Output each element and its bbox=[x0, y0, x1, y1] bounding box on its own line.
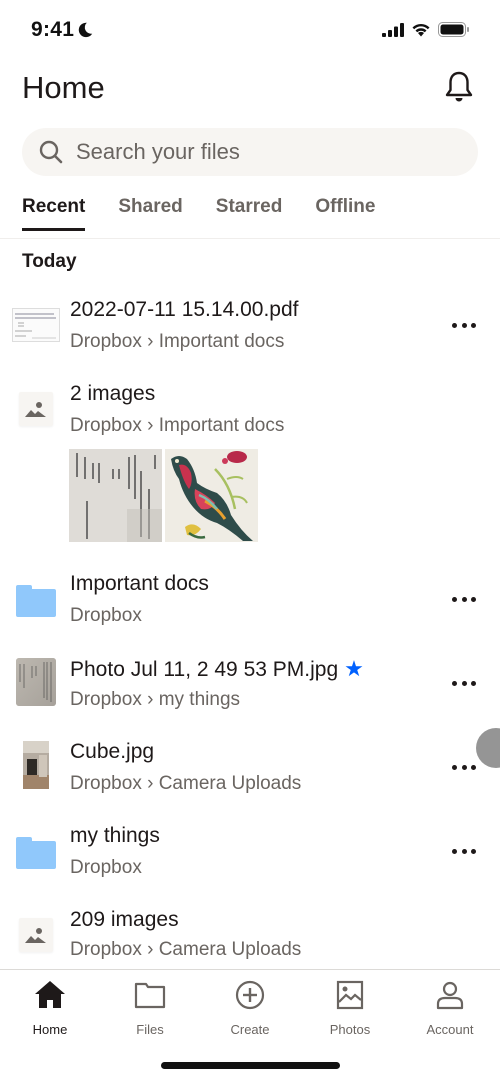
nav-account[interactable]: Account bbox=[400, 978, 500, 1037]
tab-recent[interactable]: Recent bbox=[22, 196, 86, 231]
wifi-icon bbox=[412, 23, 430, 37]
nav-label: Files bbox=[136, 1022, 164, 1037]
battery-icon bbox=[438, 22, 469, 37]
moon-icon bbox=[78, 22, 93, 38]
more-options-button[interactable] bbox=[452, 315, 476, 335]
plus-circle-icon bbox=[235, 980, 265, 1010]
folder-row[interactable]: Important docs Dropbox bbox=[0, 566, 500, 636]
dot bbox=[452, 596, 457, 602]
file-name: Important docs bbox=[70, 572, 209, 595]
dot bbox=[471, 596, 476, 602]
nav-label: Photos bbox=[329, 1022, 371, 1037]
image-preview-gallery bbox=[69, 449, 258, 542]
image-icon bbox=[19, 918, 53, 952]
folder-icon bbox=[134, 982, 166, 1009]
more-options-button[interactable] bbox=[452, 841, 476, 861]
photo-thumbnail bbox=[12, 741, 60, 789]
file-path: Dropbox › Important docs bbox=[70, 331, 285, 352]
star-icon: ★ bbox=[344, 656, 364, 681]
dot bbox=[461, 848, 467, 854]
file-path: Dropbox › Important docs bbox=[70, 415, 285, 436]
more-options-button[interactable] bbox=[452, 757, 476, 777]
folder-icon bbox=[12, 829, 60, 877]
status-bar: 9:41 bbox=[0, 0, 500, 60]
nav-photos[interactable]: Photos bbox=[300, 978, 400, 1037]
folder-row[interactable]: my things Dropbox bbox=[0, 818, 500, 888]
file-row[interactable]: 2022-07-11 15.14.00.pdf Dropbox › Import… bbox=[0, 292, 500, 362]
image-thumb-wrapper bbox=[12, 385, 60, 433]
file-name: 209 images bbox=[70, 908, 179, 931]
page-title: Home bbox=[22, 70, 105, 105]
image-thumb-wrapper bbox=[12, 911, 60, 959]
dot bbox=[461, 680, 467, 686]
nav-label: Home bbox=[32, 1022, 68, 1037]
home-indicator bbox=[161, 1062, 340, 1069]
tab-bar: Recent Shared Starred Offline bbox=[22, 196, 408, 231]
search-input[interactable] bbox=[76, 139, 456, 165]
nav-files[interactable]: Files bbox=[100, 978, 200, 1037]
file-path: Dropbox bbox=[70, 857, 142, 878]
pdf-thumbnail bbox=[12, 301, 60, 349]
tab-starred[interactable]: Starred bbox=[216, 196, 283, 231]
file-row[interactable]: Photo Jul 11, 2 49 53 PM.jpg ★ Dropbox › … bbox=[0, 650, 500, 720]
header: Home bbox=[22, 64, 478, 114]
nav-create[interactable]: Create bbox=[200, 978, 300, 1037]
section-title: Today bbox=[22, 251, 77, 272]
file-path: Dropbox bbox=[70, 605, 142, 626]
file-row[interactable]: 209 images Dropbox › Camera Uploads bbox=[0, 902, 500, 972]
file-name-text: Photo Jul 11, 2 49 53 PM.jpg bbox=[70, 658, 339, 681]
dot bbox=[452, 322, 457, 328]
tab-shared[interactable]: Shared bbox=[118, 196, 182, 231]
status-time: 9:41 bbox=[31, 18, 75, 41]
file-name: 2022-07-11 15.14.00.pdf bbox=[70, 298, 299, 321]
search-icon bbox=[39, 140, 63, 164]
home-icon bbox=[35, 981, 65, 1008]
dot bbox=[461, 322, 467, 328]
tab-offline[interactable]: Offline bbox=[315, 196, 375, 231]
file-name: 2 images bbox=[70, 382, 156, 405]
file-row[interactable]: 2 images Dropbox › Important docs bbox=[0, 376, 500, 446]
file-name: Photo Jul 11, 2 49 53 PM.jpg ★ bbox=[70, 656, 364, 682]
tabs-divider bbox=[0, 238, 500, 239]
image-icon bbox=[19, 392, 53, 426]
more-options-button[interactable] bbox=[452, 589, 476, 609]
file-path: Dropbox › Camera Uploads bbox=[70, 773, 302, 794]
file-name: Cube.jpg bbox=[70, 740, 155, 763]
nav-label: Account bbox=[426, 1022, 474, 1037]
signal-icon bbox=[382, 22, 404, 37]
person-icon bbox=[436, 981, 464, 1010]
search-bar[interactable] bbox=[22, 128, 478, 176]
dot bbox=[471, 322, 476, 328]
dot bbox=[452, 848, 457, 854]
dot bbox=[471, 764, 476, 770]
photo-icon bbox=[336, 980, 364, 1010]
dot bbox=[461, 596, 467, 602]
bell-icon[interactable] bbox=[444, 70, 474, 104]
file-path: Dropbox › my things bbox=[70, 689, 241, 710]
photo-thumbnail bbox=[12, 658, 60, 706]
status-icons bbox=[382, 22, 470, 37]
nav-home[interactable]: Home bbox=[0, 978, 100, 1037]
receipt-photo[interactable] bbox=[69, 449, 162, 542]
folder-icon bbox=[12, 577, 60, 625]
more-options-button[interactable] bbox=[452, 673, 476, 693]
file-row[interactable]: Cube.jpg Dropbox › Camera Uploads bbox=[0, 734, 500, 804]
file-path: Dropbox › Camera Uploads bbox=[70, 939, 302, 960]
dot bbox=[461, 764, 467, 770]
bird-embroidery-photo[interactable] bbox=[165, 449, 258, 542]
dot bbox=[452, 680, 457, 686]
file-name: my things bbox=[70, 824, 160, 847]
dot bbox=[471, 680, 476, 686]
nav-label: Create bbox=[230, 1022, 270, 1037]
dot bbox=[452, 764, 457, 770]
dot bbox=[471, 848, 476, 854]
